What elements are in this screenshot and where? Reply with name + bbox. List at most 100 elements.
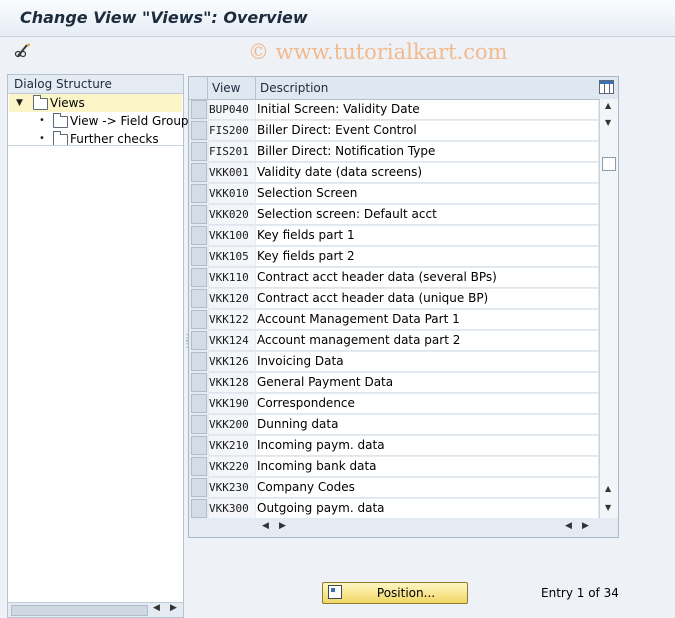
row-selector[interactable]: [191, 142, 207, 161]
description-cell[interactable]: Contract acct header data (several BPs): [256, 268, 598, 288]
table-row[interactable]: FIS200 Biller Direct: Event Control: [189, 120, 599, 141]
scroll-thumb[interactable]: [602, 157, 616, 171]
row-selector[interactable]: [191, 373, 207, 392]
view-cell: VKK120: [209, 289, 255, 309]
bullet-icon: •: [39, 115, 45, 126]
description-cell[interactable]: Selection Screen: [256, 184, 598, 204]
table-row[interactable]: BUP040 Initial Screen: Validity Date: [189, 99, 599, 120]
description-cell[interactable]: Validity date (data screens): [256, 163, 598, 183]
table-row[interactable]: VKK230 Company Codes: [189, 477, 599, 498]
table-row[interactable]: VKK001 Validity date (data screens): [189, 162, 599, 183]
column-header-description[interactable]: Description: [255, 77, 599, 99]
row-selector[interactable]: [191, 205, 207, 224]
table-horizontal-scrollbar[interactable]: ◀ ▶ ◀ ▶: [189, 518, 618, 536]
view-cell: VKK122: [209, 310, 255, 330]
row-selector[interactable]: [191, 457, 207, 476]
table-row[interactable]: VKK100 Key fields part 1: [189, 225, 599, 246]
column-header-view[interactable]: View: [207, 77, 256, 99]
panel-splitter[interactable]: ⋮ ⋮: [182, 334, 192, 356]
description-cell[interactable]: Biller Direct: Notification Type: [256, 142, 598, 162]
position-button[interactable]: Position...: [322, 582, 468, 604]
table-row[interactable]: VKK126 Invoicing Data: [189, 351, 599, 372]
row-selector[interactable]: [191, 100, 207, 119]
row-selector[interactable]: [191, 331, 207, 350]
tree-item-view-field-groups[interactable]: • View -> Field Groups: [9, 112, 195, 130]
view-cell: FIS201: [209, 142, 255, 162]
scroll-left-icon[interactable]: ◀: [262, 521, 269, 531]
row-selector[interactable]: [191, 415, 207, 434]
view-cell: VKK001: [209, 163, 255, 183]
description-cell[interactable]: Initial Screen: Validity Date: [256, 100, 598, 120]
description-cell[interactable]: General Payment Data: [256, 373, 598, 393]
page-title: Change View "Views": Overview: [20, 8, 308, 27]
view-cell: VKK128: [209, 373, 255, 393]
description-cell[interactable]: Dunning data: [256, 415, 598, 435]
scroll-up-icon[interactable]: ▲: [605, 101, 611, 110]
scroll-down-icon[interactable]: ▼: [605, 503, 611, 512]
tree-item-views[interactable]: ▼ Views: [9, 94, 182, 112]
row-selector[interactable]: [191, 310, 207, 329]
table-vertical-scrollbar[interactable]: ▲ ▼ ▲ ▼: [599, 99, 618, 518]
scroll-right-icon[interactable]: ▶: [170, 603, 177, 613]
row-selector[interactable]: [191, 121, 207, 140]
title-bar: Change View "Views": Overview: [0, 0, 675, 37]
tree-horizontal-scrollbar[interactable]: ◀ ▶: [8, 602, 183, 617]
description-cell[interactable]: Account management data part 2: [256, 331, 598, 351]
row-selector[interactable]: [191, 226, 207, 245]
table-row[interactable]: VKK010 Selection Screen: [189, 183, 599, 204]
row-selector[interactable]: [191, 436, 207, 455]
table-row[interactable]: VKK210 Incoming paym. data: [189, 435, 599, 456]
row-selector[interactable]: [191, 394, 207, 413]
scroll-up-icon[interactable]: ▲: [605, 484, 611, 493]
scroll-right-icon[interactable]: ▶: [279, 521, 286, 531]
row-selector[interactable]: [191, 163, 207, 182]
table-row[interactable]: VKK020 Selection screen: Default acct: [189, 204, 599, 225]
scroll-right-icon[interactable]: ▶: [582, 521, 589, 531]
row-selector[interactable]: [191, 268, 207, 287]
row-selector[interactable]: [191, 289, 207, 308]
expand-triangle-icon[interactable]: ▼: [16, 94, 23, 112]
row-selector[interactable]: [191, 499, 207, 518]
description-cell[interactable]: Company Codes: [256, 478, 598, 498]
description-cell[interactable]: Account Management Data Part 1: [256, 310, 598, 330]
table-row[interactable]: VKK105 Key fields part 2: [189, 246, 599, 267]
description-cell[interactable]: Biller Direct: Event Control: [256, 121, 598, 141]
description-cell[interactable]: Selection screen: Default acct: [256, 205, 598, 225]
description-cell[interactable]: Incoming bank data: [256, 457, 598, 477]
scroll-left-icon[interactable]: ◀: [153, 603, 160, 613]
description-cell[interactable]: Contract acct header data (unique BP): [256, 289, 598, 309]
table-row[interactable]: VKK220 Incoming bank data: [189, 456, 599, 477]
view-cell: VKK300: [209, 499, 255, 519]
view-cell: VKK210: [209, 436, 255, 456]
scroll-down-icon[interactable]: ▼: [605, 118, 611, 127]
row-selector[interactable]: [191, 247, 207, 266]
table-row[interactable]: VKK200 Dunning data: [189, 414, 599, 435]
view-cell: FIS200: [209, 121, 255, 141]
description-cell[interactable]: Incoming paym. data: [256, 436, 598, 456]
description-cell[interactable]: Key fields part 1: [256, 226, 598, 246]
table-row[interactable]: VKK124 Account management data part 2: [189, 330, 599, 351]
description-cell[interactable]: Outgoing paym. data: [256, 499, 598, 519]
views-table: View Description BUP040 Initial Screen: V…: [188, 76, 619, 538]
row-selector[interactable]: [191, 352, 207, 371]
table-settings-icon[interactable]: [599, 80, 614, 94]
view-cell: VKK010: [209, 184, 255, 204]
row-selector[interactable]: [191, 478, 207, 497]
scroll-thumb[interactable]: [11, 605, 148, 616]
display-change-toggle-button[interactable]: [12, 40, 34, 62]
description-cell[interactable]: Invoicing Data: [256, 352, 598, 372]
table-row[interactable]: VKK300 Outgoing paym. data: [189, 498, 599, 519]
watermark-text: © www.tutorialkart.com: [248, 40, 508, 64]
divider: [8, 145, 183, 146]
description-cell[interactable]: Key fields part 2: [256, 247, 598, 267]
table-row[interactable]: VKK122 Account Management Data Part 1: [189, 309, 599, 330]
row-selector[interactable]: [191, 184, 207, 203]
table-row[interactable]: VKK190 Correspondence: [189, 393, 599, 414]
table-row[interactable]: VKK120 Contract acct header data (unique …: [189, 288, 599, 309]
table-row[interactable]: VKK128 General Payment Data: [189, 372, 599, 393]
table-row[interactable]: FIS201 Biller Direct: Notification Type: [189, 141, 599, 162]
table-row[interactable]: VKK110 Contract acct header data (several…: [189, 267, 599, 288]
description-cell[interactable]: Correspondence: [256, 394, 598, 414]
scroll-left-icon[interactable]: ◀: [565, 521, 572, 531]
tree-item-label: Views: [50, 96, 85, 110]
